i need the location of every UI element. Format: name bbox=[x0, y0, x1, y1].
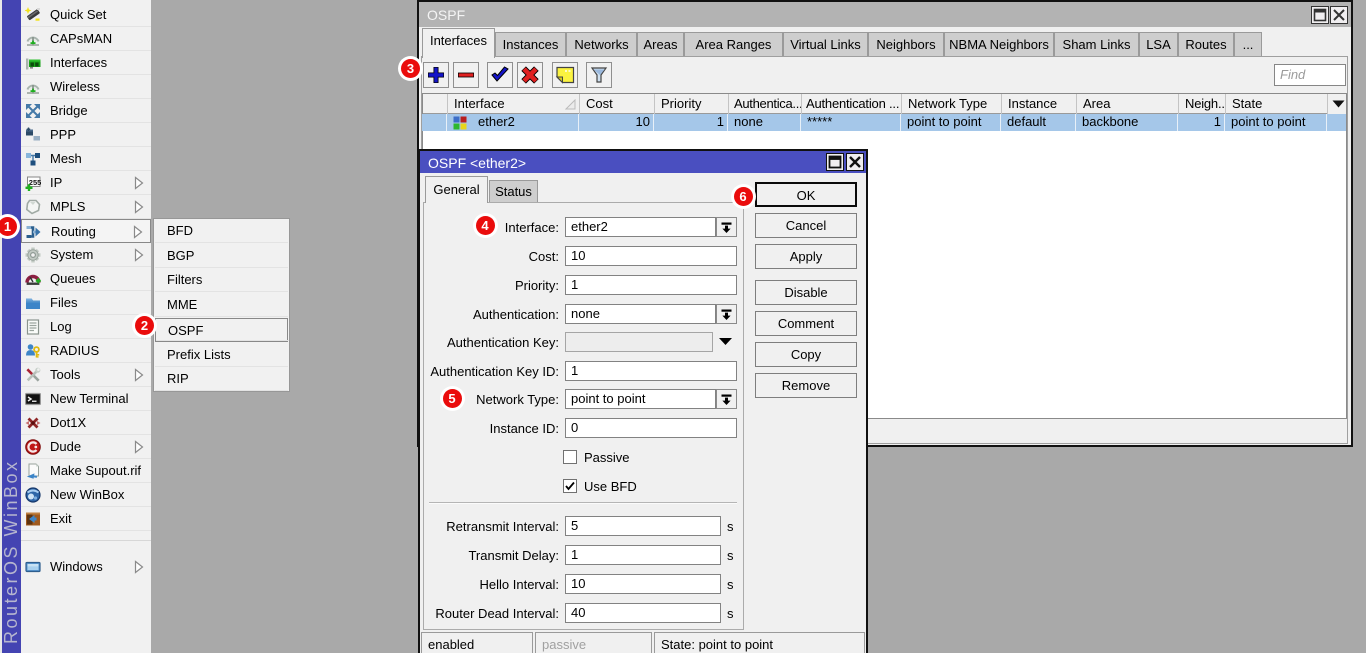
svg-text:255: 255 bbox=[29, 178, 41, 187]
